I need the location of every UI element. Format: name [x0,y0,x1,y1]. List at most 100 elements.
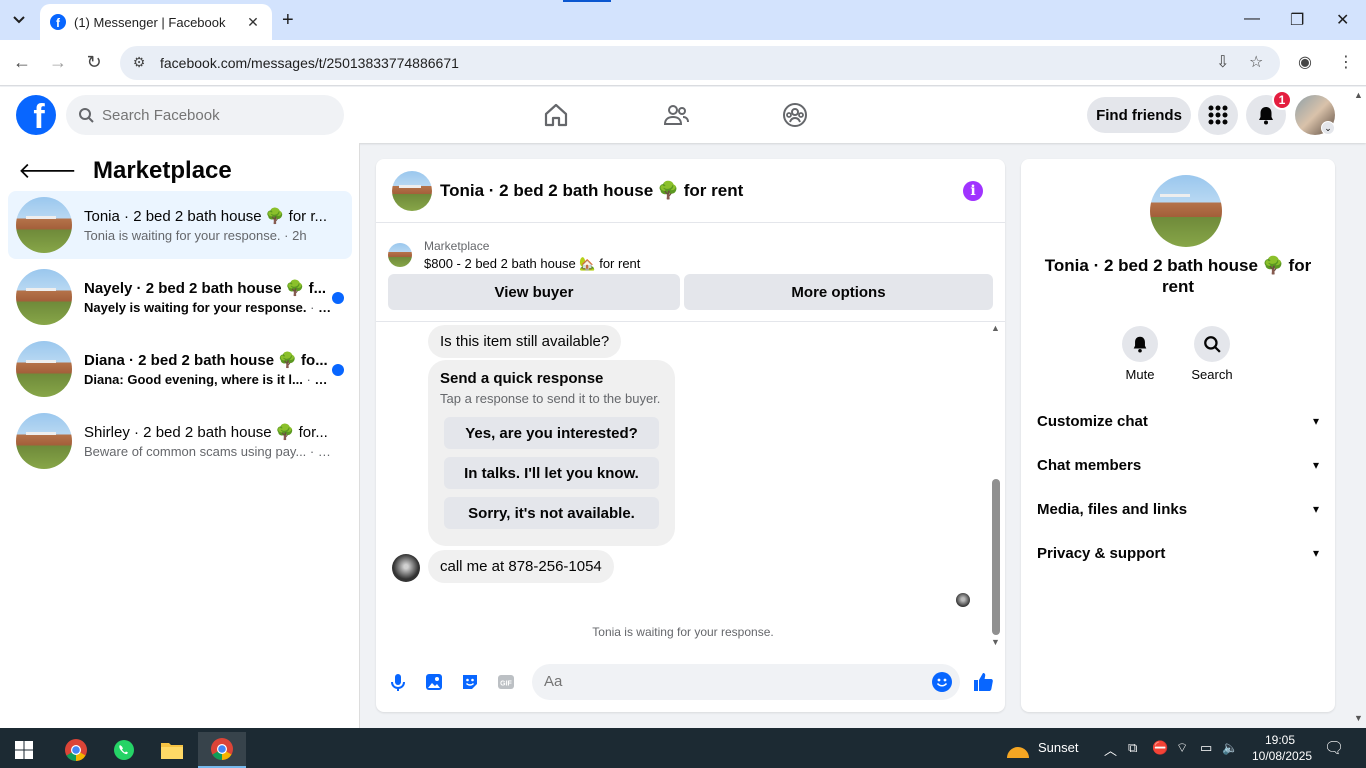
address-bar[interactable]: ⚙ facebook.com/messages/t/25013833774886… [120,46,1280,80]
start-button[interactable] [4,732,44,768]
search-input[interactable] [102,106,322,124]
home-icon[interactable] [542,101,570,129]
chat-title[interactable]: Tonia · 2 bed 2 bath house 🌳 for rent [440,181,743,201]
bell-icon [1133,336,1147,353]
chat-thumbnail[interactable] [392,170,432,211]
microphone-icon[interactable] [388,672,408,692]
clock-date: 10/08/2025 [1252,749,1313,763]
page-scroll-up-icon[interactable]: ▲ [1354,90,1363,100]
scroll-down-icon[interactable]: ▼ [991,637,1000,647]
file-explorer-taskbar-icon[interactable] [152,732,192,768]
site-info-icon[interactable]: ⚙ [130,54,148,72]
volume-icon[interactable]: 🔈 [1222,740,1238,756]
chevron-down-icon: ▾ [1312,546,1319,560]
divider [376,321,1005,322]
chevron-down-icon [13,16,25,24]
forward-icon[interactable]: → [47,52,69,73]
whatsapp-taskbar-icon[interactable] [104,732,144,768]
conversation-preview: Beware of common scams using pay... [84,444,307,459]
page-scroll-down-icon[interactable]: ▼ [1354,713,1363,723]
tab-close-icon[interactable]: ✕ [244,14,262,31]
facebook-logo-icon[interactable]: f [16,95,56,135]
quick-reply-button[interactable]: Sorry, it's not available. [444,497,659,529]
gif-icon[interactable]: GIF [496,672,516,692]
quick-reply-button[interactable]: Yes, are you interested? [444,417,659,449]
clock-time: 19:05 [1264,733,1296,747]
message-input-box[interactable] [532,664,960,700]
scrollbar-thumb[interactable] [992,479,1000,635]
find-friends-button[interactable]: Find friends [1087,97,1191,133]
section-label: Chat members [1037,456,1142,474]
minimize-icon[interactable]: — [1244,10,1260,28]
info-icon[interactable]: i [963,181,983,201]
browser-tab[interactable]: f (1) Messenger | Facebook ✕ [40,4,272,40]
weather-sunset-icon[interactable] [1000,732,1036,768]
sender-avatar[interactable] [392,554,420,582]
more-options-button[interactable]: More options [684,274,993,310]
conversation-sidebar: 🡐 Marketplace Tonia · 2 bed 2 bath house… [0,143,360,728]
search-conversation-button[interactable]: Search [1182,326,1242,382]
tab-search-button[interactable] [6,8,32,32]
groups-icon[interactable] [781,101,809,129]
info-panel-title: Tonia · 2 bed 2 bath house 🌳 for rent [1044,256,1312,296]
chevron-down-icon: ▾ [1312,414,1319,428]
friends-icon[interactable] [662,101,690,129]
meet-now-icon[interactable]: ⧉ [1128,740,1137,756]
search-icon [79,108,94,123]
back-arrow-icon[interactable]: 🡐 [18,158,77,184]
url-text[interactable]: facebook.com/messages/t/2501383377488667… [160,55,459,71]
photo-icon[interactable] [424,672,444,692]
notification-center-icon[interactable]: 🗨 [1324,738,1344,758]
reload-icon[interactable]: ↻ [83,52,105,73]
message-input[interactable] [544,673,914,690]
install-app-icon[interactable]: ⇩ [1216,52,1229,72]
scroll-up-icon[interactable]: ▲ [991,323,1000,333]
marketplace-listing-card[interactable]: Marketplace $800 - 2 bed 2 bath house 🏡 … [388,235,988,275]
window-close-icon[interactable]: ✕ [1336,10,1349,30]
conversation-item-shirley[interactable]: Shirley · 2 bed 2 bath house 🌳 for... Be… [8,407,352,475]
conversation-time: · 4h [306,300,332,315]
chat-members-row[interactable]: Chat members ▾ [1037,443,1319,487]
chrome-profile-taskbar-icon[interactable] [198,732,246,768]
conversation-preview: Nayely is waiting for your response. [84,300,307,315]
listing-thumbnail [16,413,72,469]
bookmark-star-icon[interactable]: ☆ [1249,52,1263,72]
show-hidden-icons-icon[interactable]: ︿ [1104,740,1117,759]
media-files-row[interactable]: Media, files and links ▾ [1037,487,1319,531]
sticker-icon[interactable] [460,672,480,692]
chat-scrollbar[interactable]: ▲ ▼ [990,323,1002,649]
bell-icon [1259,107,1273,125]
weather-label[interactable]: Sunset [1038,740,1078,755]
account-chevron-icon[interactable]: ⌄ [1321,121,1335,135]
wifi-icon[interactable]: ⌔ [1176,740,1188,756]
browser-menu-icon[interactable]: ⋮ [1338,52,1354,72]
quick-response-title: Send a quick response [440,370,604,387]
thumbs-up-icon[interactable] [972,671,994,693]
restore-icon[interactable]: ❐ [1290,10,1304,30]
quick-reply-button[interactable]: In talks. I'll let you know. [444,457,659,489]
conversation-item-tonia[interactable]: Tonia · 2 bed 2 bath house 🌳 for r... To… [8,191,352,259]
privacy-support-row[interactable]: Privacy & support ▾ [1037,531,1319,575]
network-icon[interactable]: ⛔ [1152,740,1168,756]
listing-title: $800 - 2 bed 2 bath house 🏡 for rent [424,255,641,271]
customize-chat-row[interactable]: Customize chat ▾ [1037,399,1319,443]
back-icon[interactable]: ← [11,52,33,73]
conversation-item-diana[interactable]: Diana · 2 bed 2 bath house 🌳 fo... Diana… [8,335,352,403]
chat-panel: Tonia · 2 bed 2 bath house 🌳 for rent i … [376,159,1005,712]
conversation-name: Shirley · 2 bed 2 bath house 🌳 for... [84,424,328,441]
message-composer: GIF [376,662,1005,702]
chrome-taskbar-icon[interactable] [56,732,96,768]
profile-icon[interactable]: ◉ [1298,52,1312,72]
mute-button[interactable]: Mute [1110,326,1170,382]
system-clock[interactable]: 19:05 10/08/2025 [1252,732,1313,764]
emoji-icon[interactable] [932,672,952,692]
new-tab-icon[interactable]: + [282,9,294,32]
listing-mini-thumbnail [388,243,412,267]
conversation-item-nayely[interactable]: Nayely · 2 bed 2 bath house 🌳 f... Nayel… [8,263,352,331]
search-box[interactable] [66,95,344,135]
battery-icon[interactable]: ▭ [1200,740,1212,756]
view-buyer-button[interactable]: View buyer [388,274,680,310]
windows-taskbar: Sunset ︿ ⧉ ⛔ ⌔ ▭ 🔈 19:05 10/08/2025 🗨 [0,728,1366,768]
menu-grid-button[interactable] [1198,95,1238,135]
listing-thumbnail [16,341,72,397]
